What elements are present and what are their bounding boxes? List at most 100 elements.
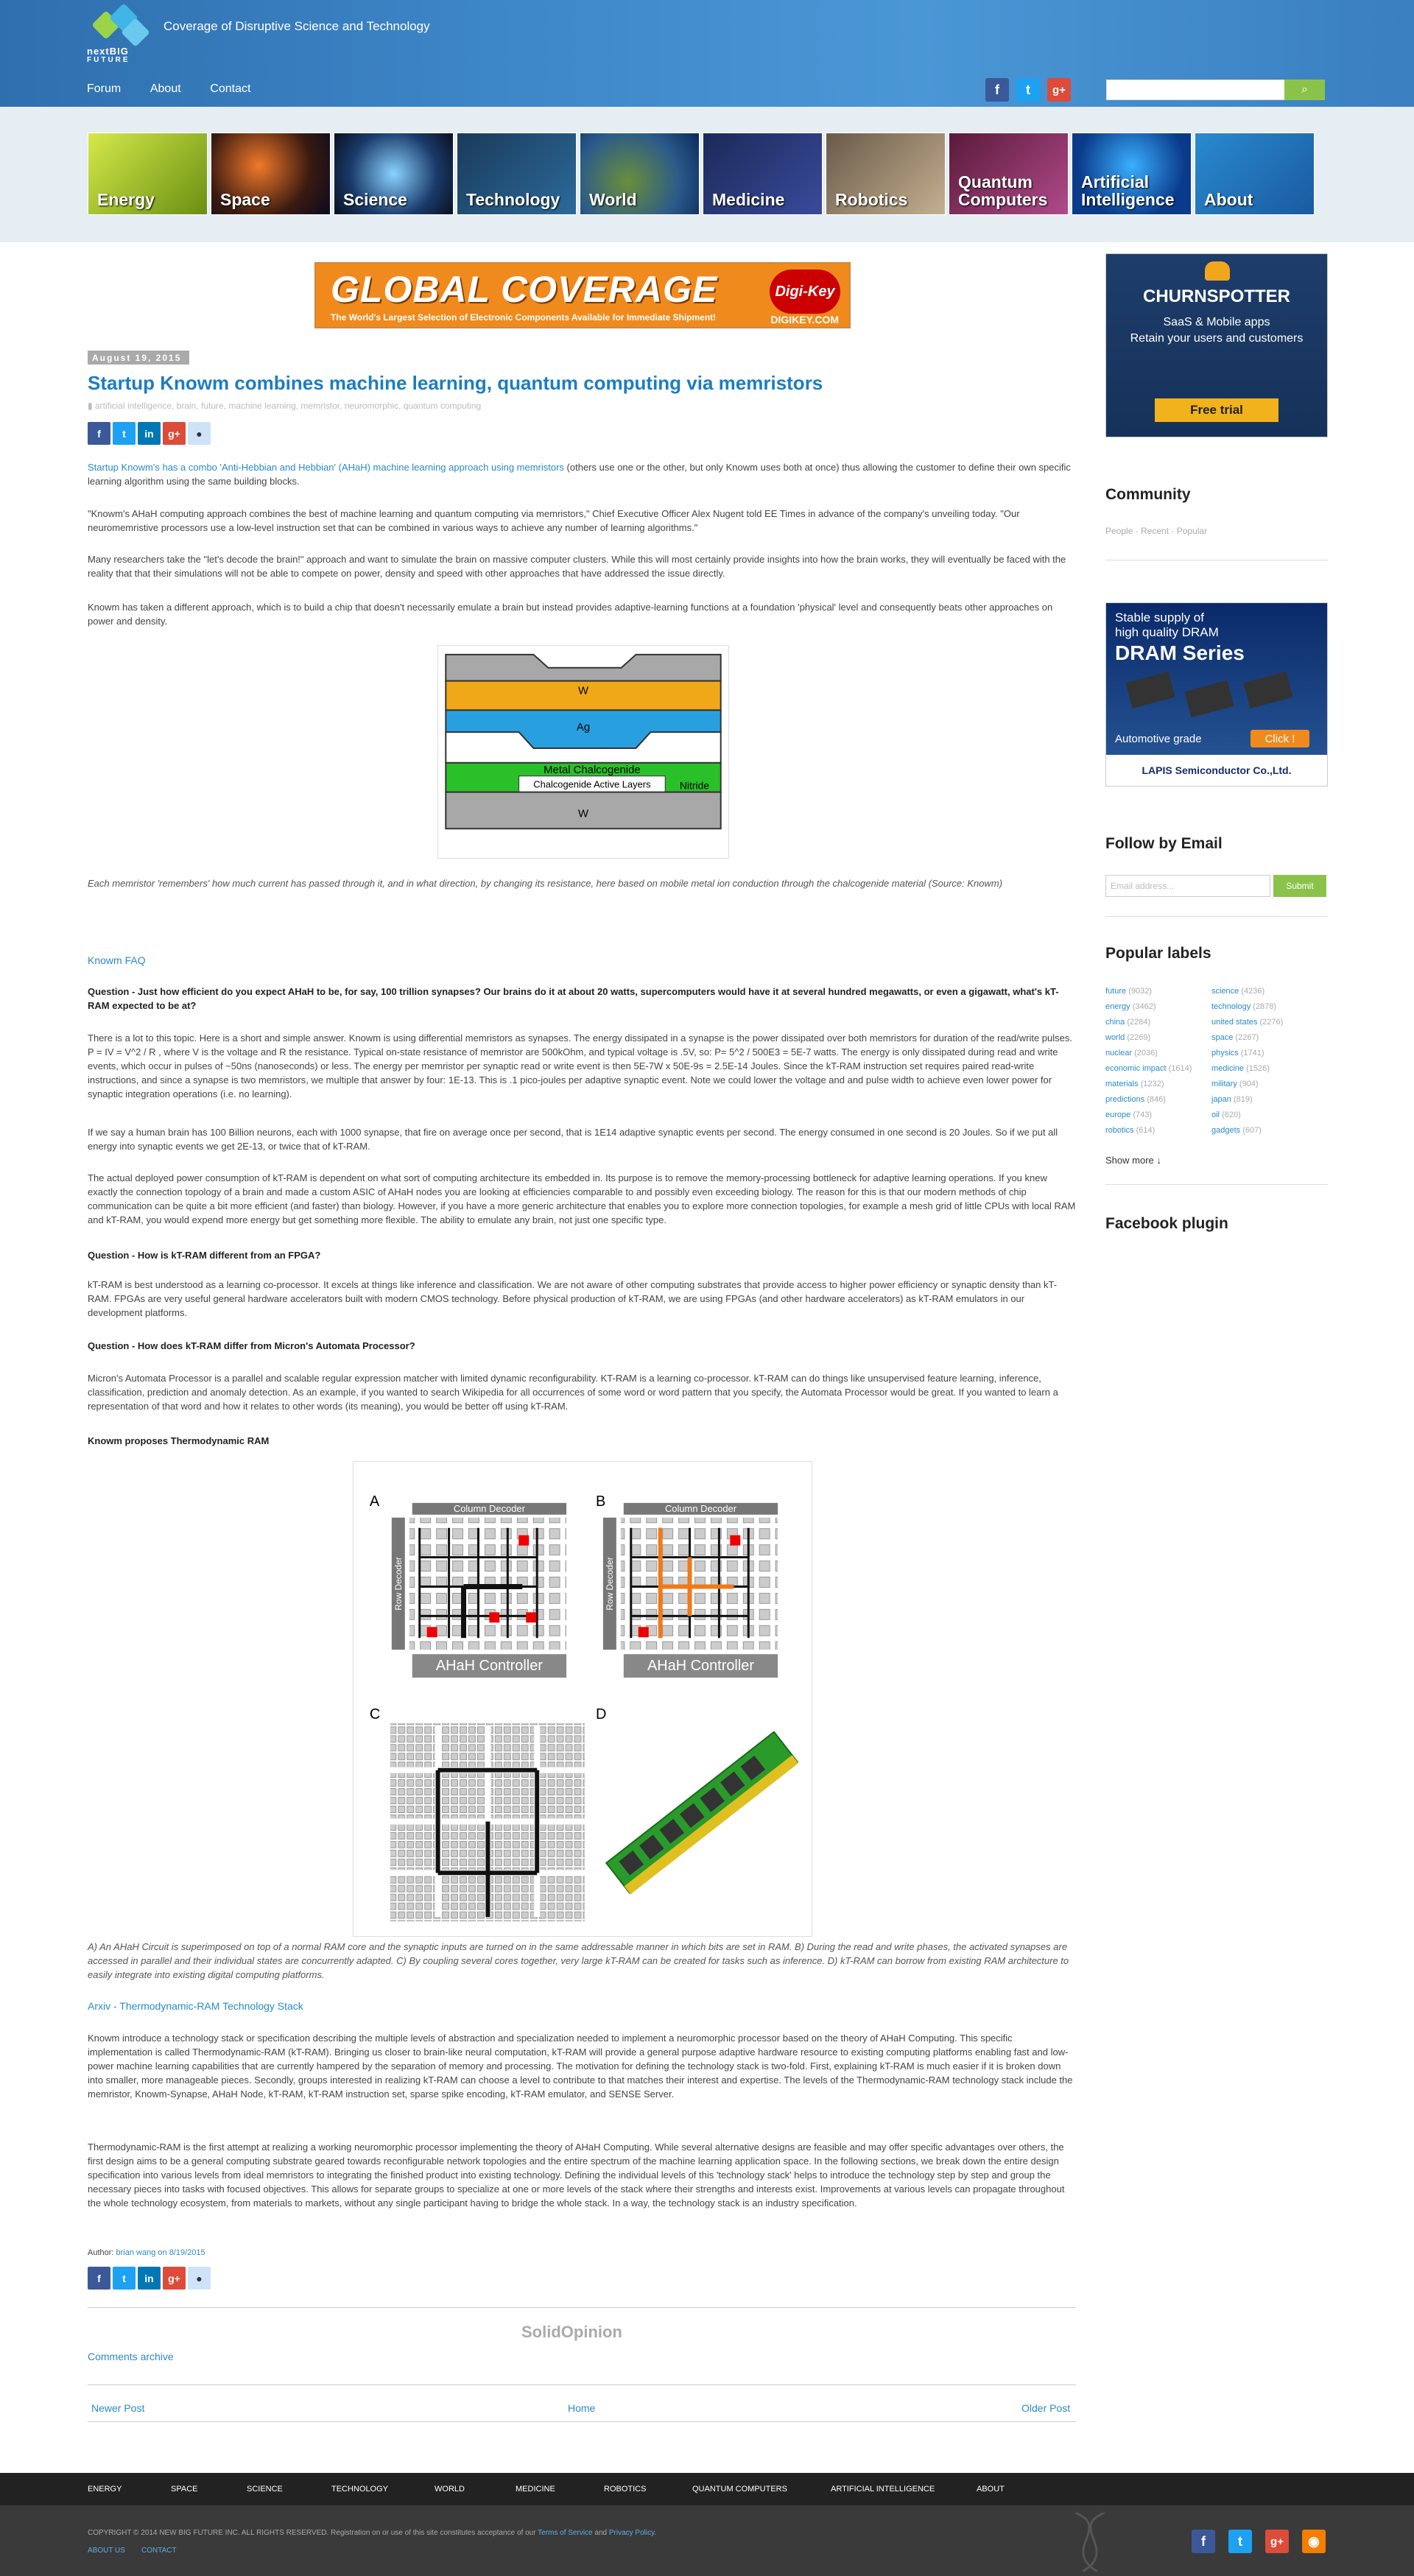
newer-post-link[interactable]: Newer Post bbox=[91, 2402, 144, 2414]
linkedin-icon[interactable]: in bbox=[138, 2267, 161, 2290]
nav-forum[interactable]: Forum bbox=[87, 82, 121, 95]
label-item[interactable]: robotics (614) bbox=[1105, 1126, 1211, 1141]
category-quantum-computers[interactable]: Quantum Computers bbox=[949, 133, 1069, 215]
label-link[interactable]: technology bbox=[1211, 1002, 1251, 1011]
comments-archive-link[interactable]: Comments archive bbox=[88, 2351, 174, 2362]
label-link[interactable]: united states bbox=[1211, 1018, 1257, 1027]
footer-link[interactable]: MEDICINE bbox=[516, 2485, 555, 2494]
rss-icon[interactable]: ◉ bbox=[1302, 2530, 1326, 2553]
category-space[interactable]: Space bbox=[211, 133, 331, 215]
label-link[interactable]: china bbox=[1105, 1018, 1125, 1027]
show-more-link[interactable]: Show more ↓ bbox=[1105, 1155, 1161, 1166]
label-link[interactable]: space bbox=[1211, 1033, 1233, 1042]
reddit-icon[interactable]: ● bbox=[188, 422, 211, 445]
label-link[interactable]: future bbox=[1105, 987, 1126, 996]
label-item[interactable]: predictions (846) bbox=[1105, 1095, 1211, 1111]
free-trial-button[interactable]: Free trial bbox=[1155, 398, 1278, 422]
label-item[interactable]: china (2284) bbox=[1105, 1018, 1211, 1033]
facebook-icon[interactable]: f bbox=[88, 422, 110, 445]
label-item[interactable]: military (904) bbox=[1211, 1080, 1318, 1095]
older-post-link[interactable]: Older Post bbox=[1021, 2402, 1070, 2414]
article-inline-link[interactable]: Startup Knowm's has a combo 'Anti-Hebbia… bbox=[88, 462, 564, 473]
footer-link[interactable]: SPACE bbox=[171, 2485, 197, 2494]
category-artificial-intelligence[interactable]: Artificial Intelligence bbox=[1072, 133, 1192, 215]
twitter-icon[interactable]: t bbox=[113, 2267, 136, 2290]
reddit-icon[interactable]: ● bbox=[188, 2267, 211, 2290]
label-link[interactable]: nuclear bbox=[1105, 1049, 1132, 1058]
label-item[interactable]: future (9032) bbox=[1105, 987, 1211, 1002]
article-title[interactable]: Startup Knowm combines machine learning,… bbox=[88, 372, 823, 395]
facebook-icon[interactable]: f bbox=[985, 78, 1009, 102]
label-item[interactable]: science (4236) bbox=[1211, 987, 1318, 1002]
label-item[interactable]: united states (2276) bbox=[1211, 1018, 1318, 1033]
label-item[interactable]: gadgets (607) bbox=[1211, 1126, 1318, 1141]
footer-link[interactable]: ABOUT bbox=[977, 2485, 1005, 2494]
googleplus-icon[interactable]: g+ bbox=[163, 2267, 186, 2290]
label-link[interactable]: medicine bbox=[1211, 1064, 1244, 1073]
twitter-icon[interactable]: t bbox=[113, 422, 136, 445]
footer-contact-link[interactable]: CONTACT bbox=[141, 2547, 177, 2555]
label-item[interactable]: europe (743) bbox=[1105, 1111, 1211, 1126]
category-science[interactable]: Science bbox=[334, 133, 454, 215]
facebook-icon[interactable]: f bbox=[88, 2267, 110, 2290]
nav-contact[interactable]: Contact bbox=[210, 82, 250, 95]
home-link[interactable]: Home bbox=[568, 2402, 595, 2414]
footer-link[interactable]: SCIENCE bbox=[247, 2485, 283, 2494]
label-link[interactable]: robotics bbox=[1105, 1126, 1134, 1135]
footer-link[interactable]: TECHNOLOGY bbox=[331, 2485, 388, 2494]
label-item[interactable]: japan (819) bbox=[1211, 1095, 1318, 1111]
footer-link[interactable]: ARTIFICIAL INTELLIGENCE bbox=[831, 2485, 935, 2494]
label-item[interactable]: medicine (1526) bbox=[1211, 1064, 1318, 1080]
facebook-icon[interactable]: f bbox=[1192, 2530, 1215, 2553]
category-robotics[interactable]: Robotics bbox=[826, 133, 946, 215]
label-link[interactable]: japan bbox=[1211, 1095, 1231, 1104]
label-item[interactable]: physics (1741) bbox=[1211, 1049, 1318, 1064]
community-links[interactable]: People · Recent · Popular bbox=[1105, 526, 1207, 536]
label-link[interactable]: physics bbox=[1211, 1049, 1239, 1058]
label-link[interactable]: gadgets bbox=[1211, 1126, 1240, 1135]
category-technology[interactable]: Technology bbox=[457, 133, 577, 215]
googleplus-icon[interactable]: g+ bbox=[1265, 2530, 1289, 2553]
footer-link[interactable]: QUANTUM COMPUTERS bbox=[692, 2485, 787, 2494]
label-link[interactable]: economic impact bbox=[1105, 1064, 1167, 1073]
banner-ad[interactable]: GLOBAL COVERAGE The World's Largest Sele… bbox=[314, 262, 851, 328]
linkedin-icon[interactable]: in bbox=[138, 422, 161, 445]
footer-link[interactable]: WORLD bbox=[435, 2485, 465, 2494]
privacy-link[interactable]: Privacy Policy. bbox=[609, 2529, 656, 2537]
label-item[interactable]: materials (1232) bbox=[1105, 1080, 1211, 1095]
tag-list[interactable]: artificial intelligence, brain, future, … bbox=[95, 401, 481, 411]
label-link[interactable]: energy bbox=[1105, 1002, 1130, 1011]
search-button[interactable]: ⌕ bbox=[1284, 80, 1325, 100]
label-item[interactable]: technology (2878) bbox=[1211, 1002, 1318, 1018]
label-link[interactable]: predictions bbox=[1105, 1095, 1144, 1104]
googleplus-icon[interactable]: g+ bbox=[163, 422, 186, 445]
label-item[interactable]: oil (620) bbox=[1211, 1111, 1318, 1126]
label-link[interactable]: world bbox=[1105, 1033, 1125, 1042]
nav-about[interactable]: About bbox=[150, 82, 181, 95]
sidebar-ad-lapis[interactable]: Stable supply of high quality DRAM DRAM … bbox=[1105, 602, 1328, 786]
tos-link[interactable]: Terms of Service bbox=[538, 2529, 592, 2537]
googleplus-icon[interactable]: g+ bbox=[1047, 78, 1071, 102]
label-link[interactable]: europe bbox=[1105, 1111, 1130, 1119]
label-link[interactable]: science bbox=[1211, 987, 1239, 996]
label-link[interactable]: materials bbox=[1105, 1080, 1139, 1088]
ad-click-button[interactable]: Click ! bbox=[1251, 730, 1309, 747]
label-link[interactable]: military bbox=[1211, 1080, 1237, 1088]
category-about[interactable]: About bbox=[1195, 133, 1315, 215]
email-submit-button[interactable]: Submit bbox=[1273, 875, 1326, 897]
faq-link[interactable]: Knowm FAQ bbox=[88, 954, 146, 966]
category-medicine[interactable]: Medicine bbox=[703, 133, 823, 215]
label-item[interactable]: nuclear (2036) bbox=[1105, 1049, 1211, 1064]
label-link[interactable]: oil bbox=[1211, 1111, 1220, 1119]
category-energy[interactable]: Energy bbox=[88, 133, 208, 215]
sidebar-ad-churnspotter[interactable]: CHURNSPOTTER SaaS & Mobile apps Retain y… bbox=[1105, 253, 1328, 437]
category-world[interactable]: World bbox=[580, 133, 700, 215]
label-item[interactable]: world (2269) bbox=[1105, 1033, 1211, 1049]
twitter-icon[interactable]: t bbox=[1228, 2530, 1252, 2553]
email-input[interactable]: Email address... bbox=[1105, 875, 1270, 897]
twitter-icon[interactable]: t bbox=[1016, 78, 1040, 102]
label-item[interactable]: economic impact (1614) bbox=[1105, 1064, 1211, 1080]
footer-link[interactable]: ROBOTICS bbox=[604, 2485, 646, 2494]
footer-about-link[interactable]: ABOUT US bbox=[88, 2547, 125, 2555]
footer-link[interactable]: ENERGY bbox=[88, 2485, 122, 2494]
